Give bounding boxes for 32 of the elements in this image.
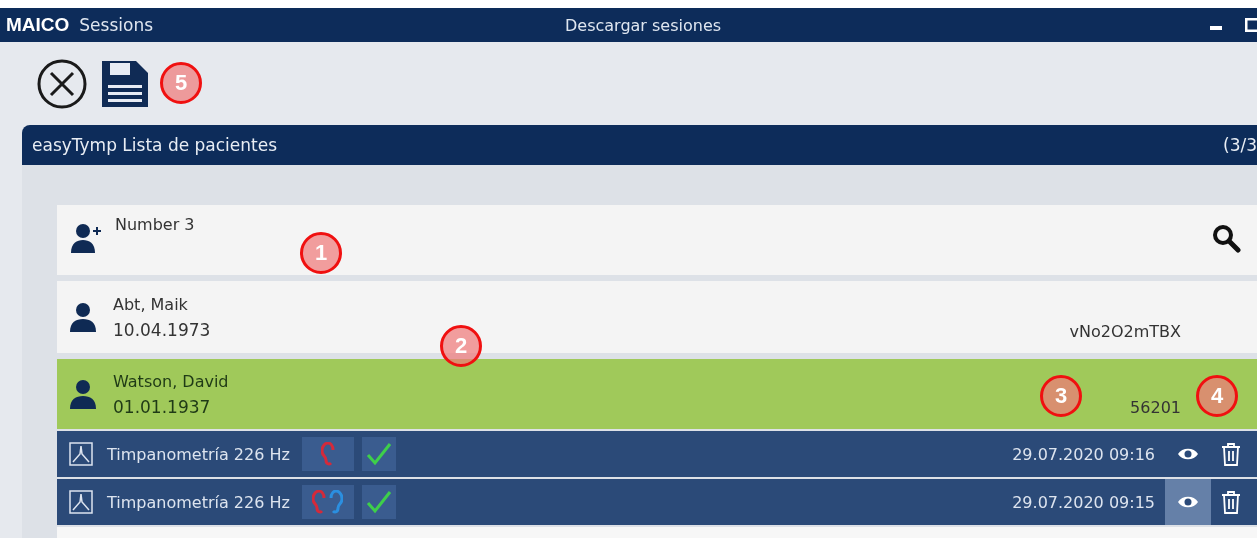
- test-name: Timpanometría 226 Hz: [107, 492, 290, 512]
- app-logo: MAICO: [6, 14, 70, 36]
- test-name: Timpanometría 226 Hz: [107, 444, 290, 464]
- eye-icon: [1177, 447, 1199, 461]
- search-icon[interactable]: [1211, 223, 1241, 253]
- tympanogram-icon: [69, 490, 93, 514]
- session-datetime: 29.07.2020 09:16: [1012, 444, 1155, 464]
- search-value: Number 3: [115, 215, 195, 234]
- session-datetime: 29.07.2020 09:15: [1012, 492, 1155, 512]
- delete-icon[interactable]: [1221, 442, 1241, 466]
- panel-title: easyTymp Lista de pacientes: [32, 135, 278, 155]
- patient-birthdate: 10.04.1973: [113, 319, 211, 340]
- add-person-icon: [69, 221, 103, 255]
- patient-id: vNo2O2mTBX: [1069, 322, 1181, 341]
- app-section: Sessions: [79, 15, 154, 35]
- ear-icon: [320, 442, 335, 466]
- window-title: Descargar sesiones: [565, 15, 722, 35]
- session-row[interactable]: Timpanometría 226 Hz 29.07.2020 09:16: [57, 431, 1257, 477]
- patient-name: Abt, Maik: [113, 294, 189, 314]
- session-row[interactable]: Timpanometría 226 Hz 29.07.2020 09:15: [57, 479, 1257, 525]
- ear-icon: [312, 490, 327, 514]
- patient-birthdate: 01.01.1937: [113, 396, 212, 417]
- patient-count: (3/3: [1223, 135, 1257, 155]
- delete-icon[interactable]: [1221, 490, 1241, 514]
- close-icon[interactable]: [36, 57, 88, 110]
- ear-icon: [329, 490, 344, 514]
- patient-id: 56201: [1130, 398, 1181, 417]
- maximize-icon[interactable]: [1245, 18, 1257, 32]
- patient-name: Watson, David: [113, 371, 229, 391]
- eye-icon: [1177, 495, 1199, 509]
- tympanogram-icon: [69, 442, 93, 466]
- view-button[interactable]: [1165, 479, 1211, 525]
